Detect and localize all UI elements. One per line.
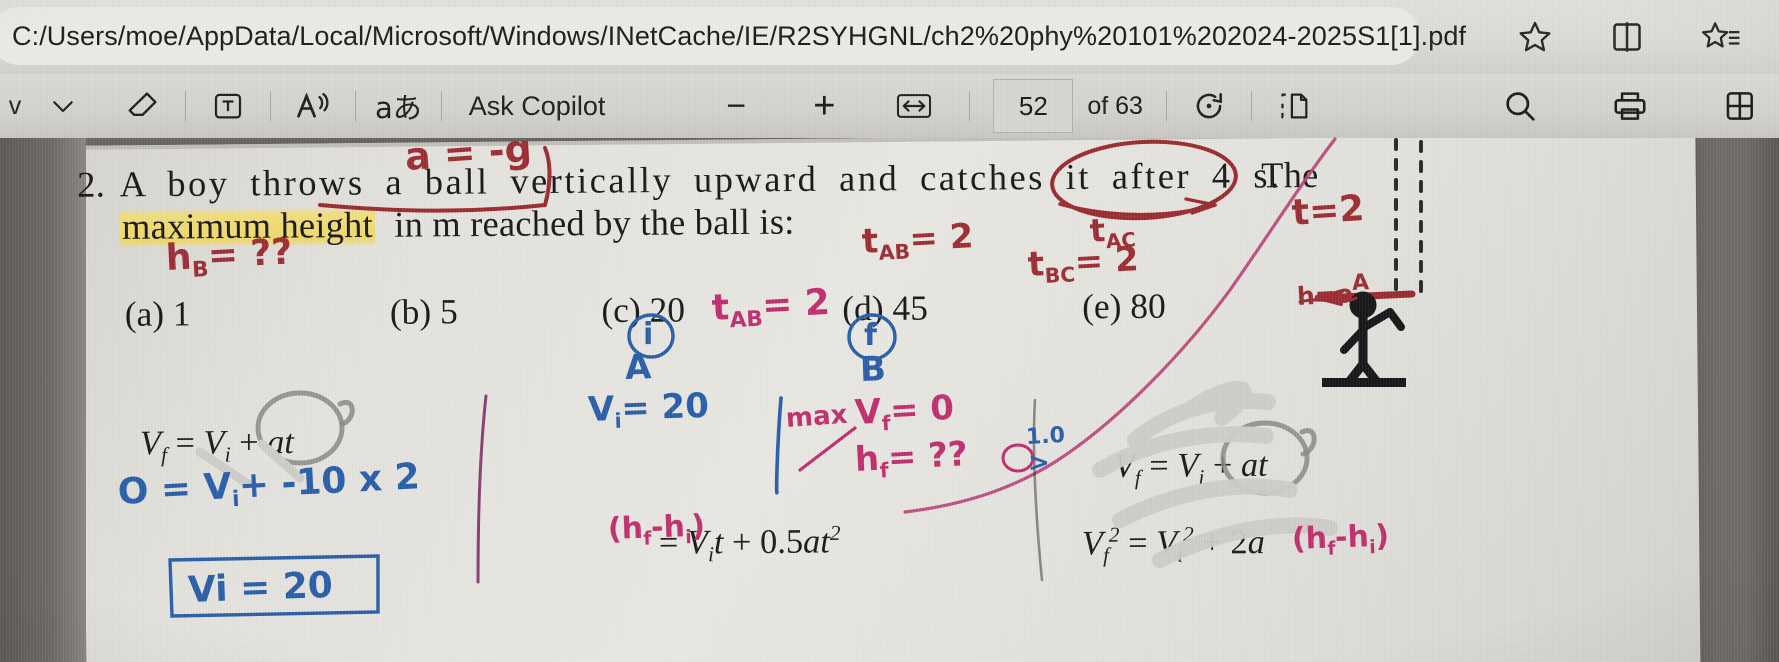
option-b[interactable]: (b) 5 — [390, 292, 458, 333]
option-a[interactable]: (a) 1 — [125, 294, 191, 335]
pdf-content-layer: 2. A boy throws a ball vertically upward… — [0, 0, 1779, 662]
printed-formula-2: = Vit + 0.5at2 — [658, 520, 841, 567]
question-line-2-rest: in m reached by the ball is: — [394, 201, 795, 245]
pdf-viewer-screenshot: C:/Users/moe/AppData/Local/Microsoft/Win… — [0, 0, 1779, 662]
option-e[interactable]: (e) 80 — [1082, 286, 1166, 327]
option-c[interactable]: (c) 20 — [601, 290, 685, 331]
question-number: 2. — [77, 164, 106, 205]
question-highlighted-phrase: maximum height — [119, 204, 375, 247]
printed-formula-4: Vf2 = Vi2 + 2a — [1081, 521, 1266, 568]
printed-formula-3: Vf = Vi + at — [1113, 446, 1268, 490]
printed-formula-1: Vf = Vi + at — [139, 423, 295, 468]
option-d[interactable]: (d) 45 — [842, 288, 928, 329]
question-text-the: The — [1261, 154, 1319, 196]
